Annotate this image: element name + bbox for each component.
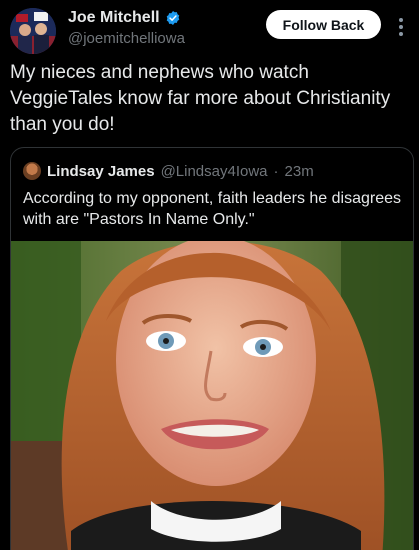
quoted-post-text: According to my opponent, faith leaders … — [23, 190, 402, 228]
author-display-name[interactable]: Joe Mitchell — [68, 9, 160, 27]
video-frame-illustration — [11, 241, 413, 550]
quoted-timestamp: 23m — [284, 162, 314, 180]
quoted-post-header: Lindsay James @Lindsay4Iowa · 23m — [23, 162, 314, 180]
quoted-author-handle: @Lindsay4Iowa — [160, 162, 268, 180]
quoted-author-display-name: Lindsay James — [47, 162, 155, 180]
verified-badge-icon — [166, 11, 179, 25]
quoted-post[interactable]: Lindsay James @Lindsay4Iowa · 23m Accord… — [10, 147, 414, 550]
more-options-icon[interactable] — [399, 18, 404, 36]
follow-back-button[interactable]: Follow Back — [266, 10, 381, 39]
quoted-video-thumbnail[interactable] — [11, 241, 413, 550]
quoted-author-avatar — [23, 162, 41, 180]
quoted-separator: · — [273, 162, 279, 180]
author-avatar[interactable] — [10, 8, 56, 54]
author-handle[interactable]: @joemitchelliowa — [68, 30, 185, 47]
post-text: My nieces and nephews who watch VeggieTa… — [10, 62, 391, 135]
post-header: Joe Mitchell @joemitchelliowa Follow Bac… — [10, 6, 410, 54]
